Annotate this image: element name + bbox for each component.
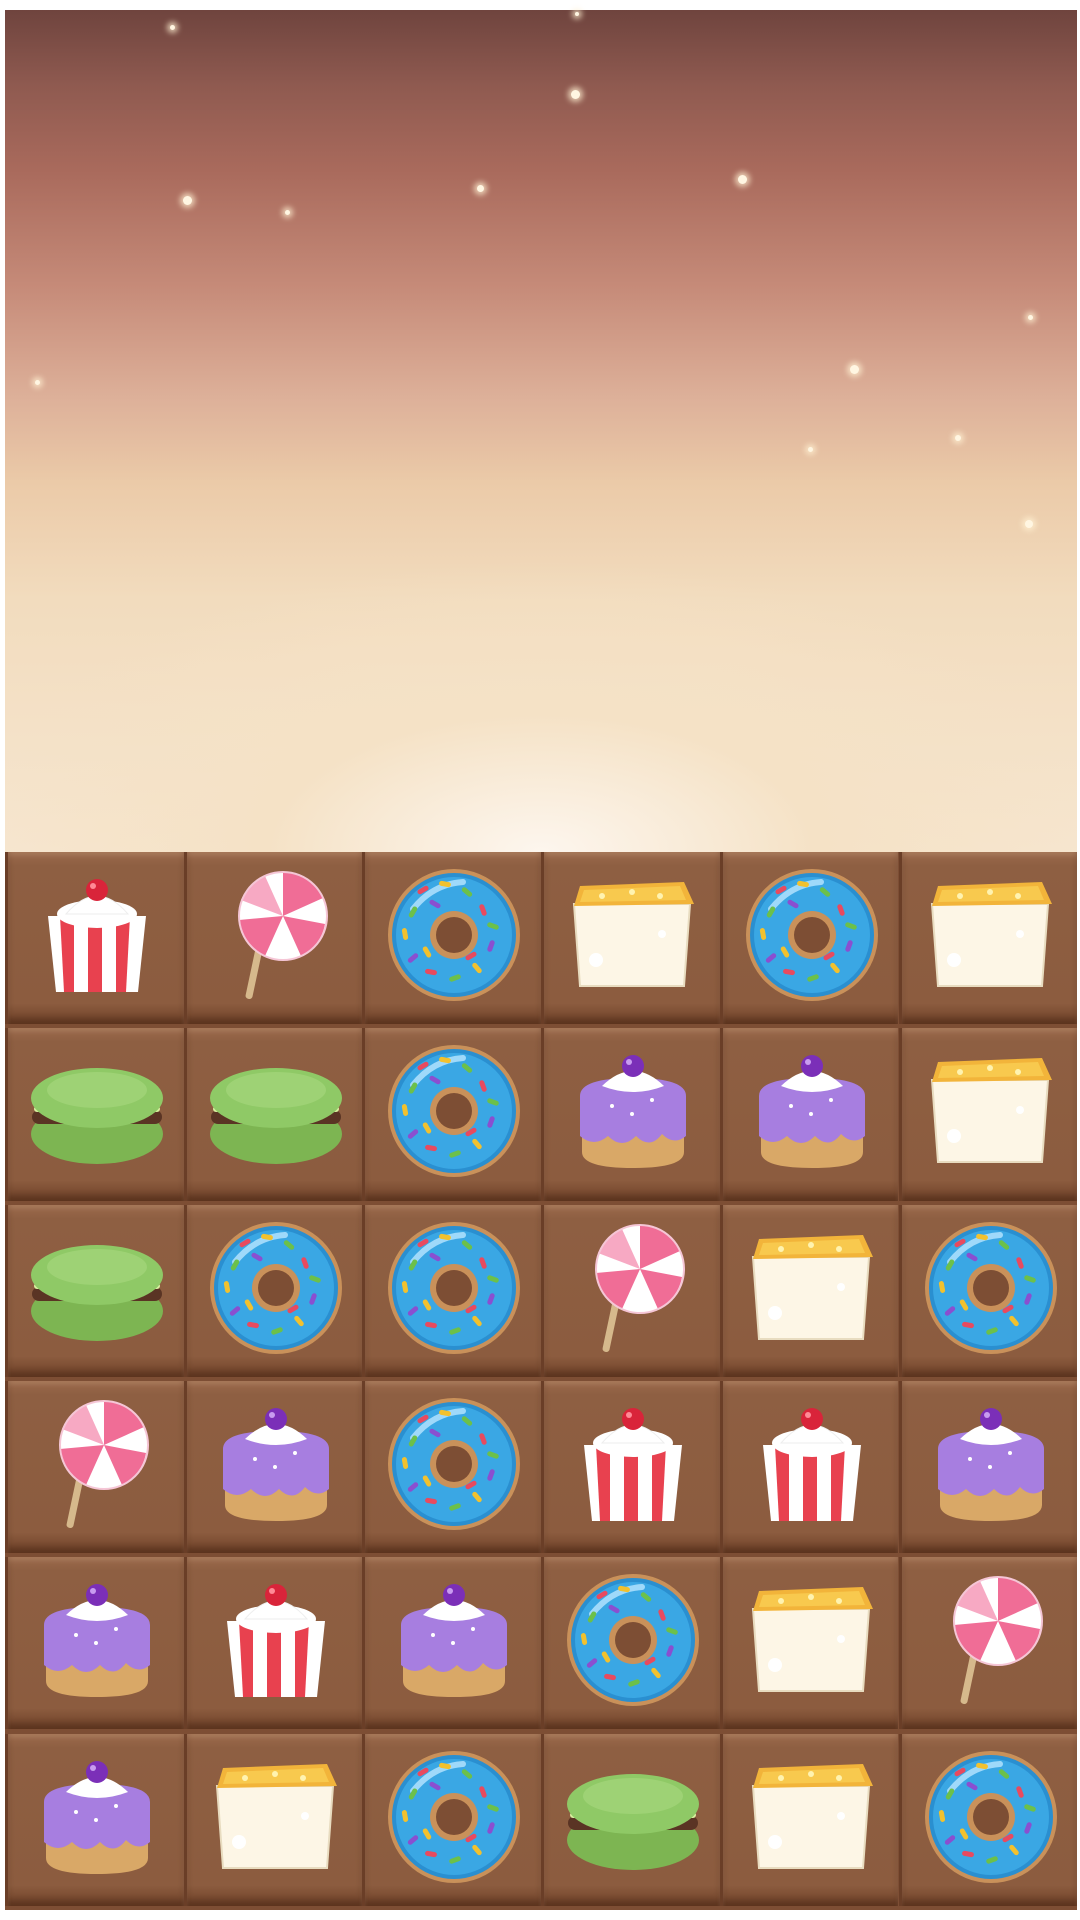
board-tile[interactable] xyxy=(183,852,363,1025)
board-tile[interactable] xyxy=(719,1733,899,1906)
board-tile[interactable] xyxy=(541,1380,720,1554)
sparkle xyxy=(571,90,580,99)
game-board xyxy=(5,852,1078,1910)
board-tile[interactable] xyxy=(541,1204,720,1377)
board-tile[interactable] xyxy=(541,852,720,1025)
sparkle xyxy=(738,175,747,184)
board-tile[interactable] xyxy=(5,1380,184,1554)
board-tile[interactable] xyxy=(362,1557,542,1730)
board-tile[interactable] xyxy=(719,1204,899,1377)
board-tile[interactable] xyxy=(541,1733,720,1906)
board-tile[interactable] xyxy=(898,1733,1078,1906)
board-tile[interactable] xyxy=(362,1733,542,1906)
sparkle xyxy=(285,210,290,215)
board-tile[interactable] xyxy=(898,1204,1078,1377)
board-tile[interactable] xyxy=(183,1204,363,1377)
board-tile[interactable] xyxy=(898,1380,1078,1554)
sparkle xyxy=(1025,520,1033,528)
board-tile[interactable] xyxy=(898,852,1078,1025)
board-tile[interactable] xyxy=(898,1028,1078,1201)
board-tile[interactable] xyxy=(362,1028,542,1201)
sparkle xyxy=(183,196,192,205)
sky-background xyxy=(5,10,1077,852)
board-tile[interactable] xyxy=(5,1028,184,1201)
sparkle xyxy=(170,25,175,30)
board-tile[interactable] xyxy=(5,1204,184,1377)
board-tile[interactable] xyxy=(183,1380,363,1554)
board-tile[interactable] xyxy=(183,1028,363,1201)
sparkle xyxy=(477,185,484,192)
board-tile[interactable] xyxy=(5,1557,184,1730)
sparkle xyxy=(35,380,40,385)
board-tile[interactable] xyxy=(183,1557,363,1730)
sparkle xyxy=(808,447,813,452)
board-tile[interactable] xyxy=(362,1204,542,1377)
board-tile[interactable] xyxy=(541,1028,720,1201)
board-tile[interactable] xyxy=(719,1557,899,1730)
board-tile[interactable] xyxy=(719,1028,899,1201)
board-tile[interactable] xyxy=(5,852,184,1025)
board-tile[interactable] xyxy=(541,1557,720,1730)
board-tile[interactable] xyxy=(183,1733,363,1906)
board-tile[interactable] xyxy=(362,1380,542,1554)
board-tile[interactable] xyxy=(362,852,542,1025)
board-tile[interactable] xyxy=(5,1733,184,1906)
sparkle xyxy=(850,365,859,374)
board-tile[interactable] xyxy=(898,1557,1078,1730)
sparkle xyxy=(1028,315,1033,320)
sparkle xyxy=(575,12,579,16)
sparkle xyxy=(955,435,961,441)
board-tile[interactable] xyxy=(719,1380,899,1554)
board-tile[interactable] xyxy=(719,852,899,1025)
